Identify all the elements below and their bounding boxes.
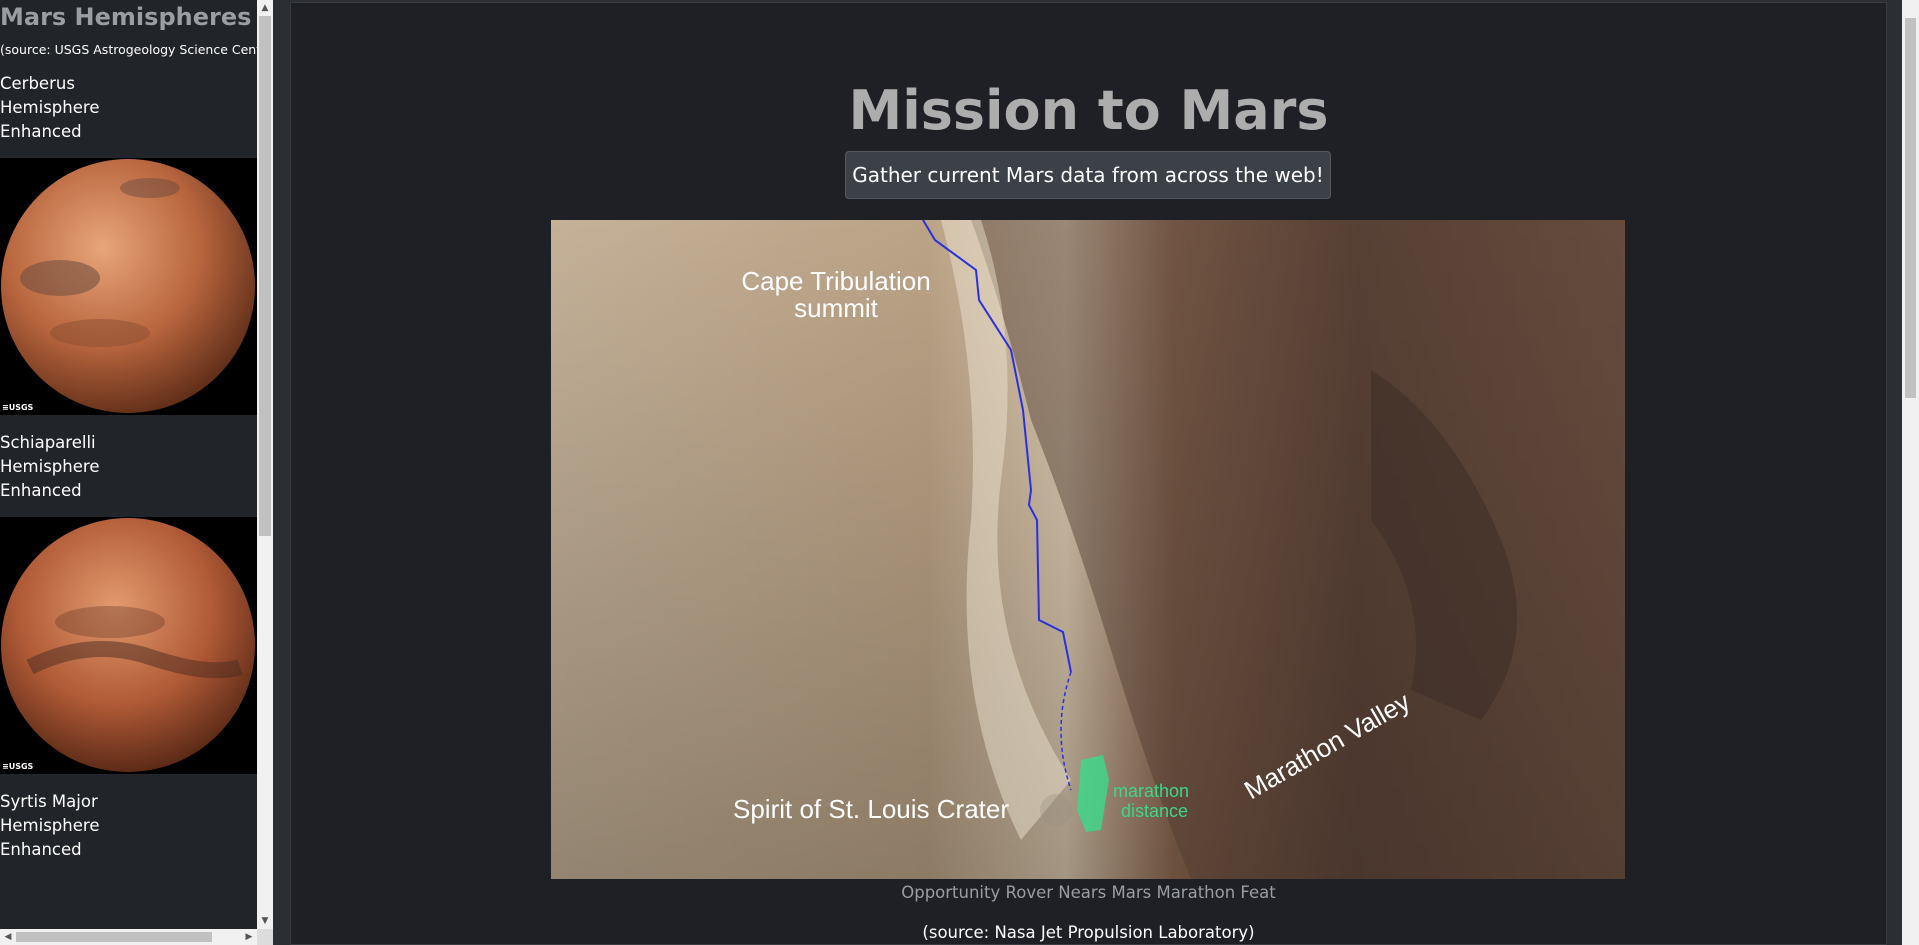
hemisphere-name-syrtis-major: Syrtis Major Hemisphere Enhanced	[0, 792, 100, 859]
sidebar-title: Mars Hemispheres	[0, 3, 252, 31]
label-marathon: marathon	[1113, 781, 1189, 801]
sidebar-vertical-scrollbar[interactable]: ▲ ▼	[257, 0, 273, 929]
scroll-up-arrow-icon[interactable]: ▲	[257, 0, 273, 16]
scroll-left-arrow-icon[interactable]: ◀	[0, 929, 16, 945]
scrollbar-thumb[interactable]	[16, 932, 212, 942]
hemisphere-name-cerberus: Cerberus Hemisphere Enhanced	[0, 74, 100, 141]
scroll-right-arrow-icon[interactable]: ▶	[241, 929, 257, 945]
scroll-down-arrow-icon[interactable]: ▼	[257, 913, 273, 929]
scrollbar-thumb[interactable]	[1905, 18, 1916, 398]
label-cape-tribulation: Cape Tribulation	[741, 266, 930, 296]
hemisphere-image-cerberus[interactable]: ≡USGS	[0, 158, 257, 415]
label-summit: summit	[794, 293, 879, 323]
page-title: Mission to Mars	[848, 79, 1329, 142]
sidebar-content: Mars Hemispheres (source: USGS Astrogeol…	[0, 0, 257, 925]
main-panel: Mission to Mars Gather current Mars data…	[290, 2, 1887, 945]
scrape-button[interactable]: Gather current Mars data from across the…	[845, 151, 1331, 199]
featured-image-caption: Opportunity Rover Nears Mars Marathon Fe…	[901, 883, 1276, 902]
label-spirit-crater: Spirit of St. Louis Crater	[733, 794, 1009, 824]
hemisphere-image-schiaparelli[interactable]: ≡USGS	[0, 517, 257, 774]
mars-globe-schiaparelli	[1, 518, 255, 772]
usgs-logo: ≡USGS	[2, 403, 34, 412]
sidebar-horizontal-scrollbar[interactable]: ◀ ▶	[0, 929, 257, 945]
page-vertical-scrollbar[interactable]	[1902, 0, 1919, 945]
scrollbar-thumb[interactable]	[259, 16, 271, 536]
featured-image[interactable]: Cape Tribulation summit Spirit of St. Lo…	[551, 220, 1625, 879]
label-distance: distance	[1121, 801, 1188, 821]
mars-globe-cerberus	[1, 159, 255, 413]
featured-mars-image: Cape Tribulation summit Spirit of St. Lo…	[551, 220, 1625, 879]
sidebar: Mars Hemispheres (source: USGS Astrogeol…	[0, 0, 273, 945]
scrollbar-corner	[257, 929, 273, 945]
featured-image-source: (source: Nasa Jet Propulsion Laboratory)	[922, 923, 1255, 942]
hemisphere-name-schiaparelli: Schiaparelli Hemisphere Enhanced	[0, 433, 100, 500]
usgs-logo: ≡USGS	[2, 762, 34, 771]
sidebar-source: (source: USGS Astrogeology Science Cente…	[0, 42, 257, 57]
